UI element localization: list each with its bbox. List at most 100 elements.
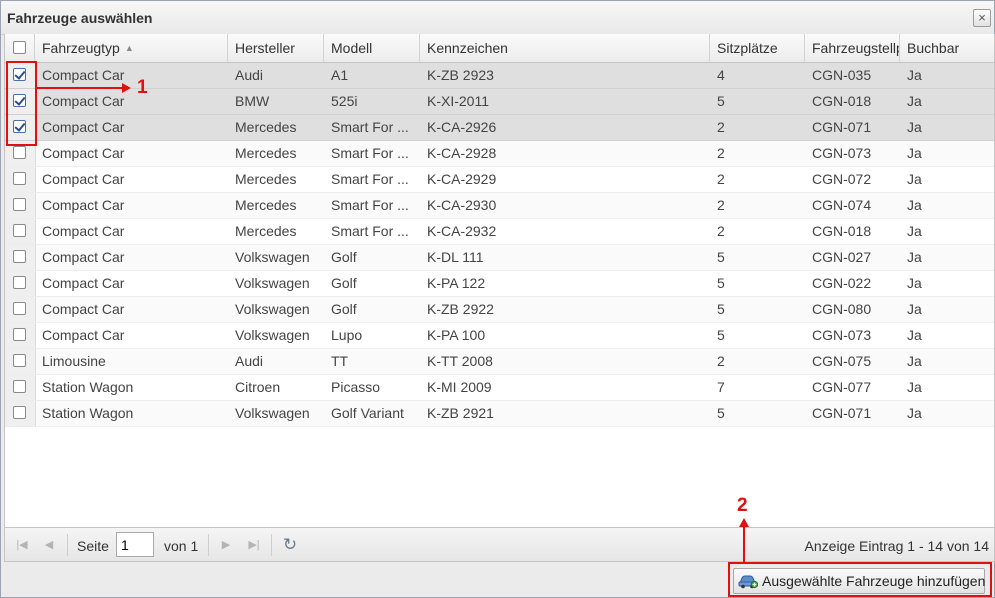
cell-modell: Smart For ... <box>331 223 409 239</box>
cell-modell: Picasso <box>331 379 381 395</box>
cell-hersteller: Mercedes <box>235 197 297 213</box>
header-fahrzeugstellplatz[interactable]: Fahrzeugstellp <box>805 34 900 62</box>
cell-kennzeichen: K-PA 122 <box>427 275 486 291</box>
table-row[interactable]: Compact Car Volkswagen Lupo K-PA 100 5 CGN-07… <box>5 323 994 349</box>
row-checkbox[interactable] <box>13 146 26 159</box>
cell-buchbar: Ja <box>907 301 922 317</box>
table-row[interactable]: Compact Car Mercedes Smart For ... K-CA-292… <box>5 167 994 193</box>
cell-kennzeichen: K-TT 2008 <box>427 353 493 369</box>
cell-hersteller: Mercedes <box>235 171 297 187</box>
cell-sitzplaetze: 2 <box>717 353 725 369</box>
row-checkbox[interactable] <box>13 354 26 367</box>
cell-modell: Golf <box>331 301 357 317</box>
cell-fahrzeugtyp: Compact Car <box>42 145 125 161</box>
page-label: Seite <box>77 538 109 554</box>
cell-kennzeichen: K-PA 100 <box>427 327 486 343</box>
cell-modell: A1 <box>331 67 349 83</box>
cell-kennzeichen: K-ZB 2922 <box>427 301 494 317</box>
cell-modell: Lupo <box>331 327 363 343</box>
header-hersteller[interactable]: Hersteller <box>228 34 324 62</box>
cell-fahrzeugtyp: Limousine <box>42 353 106 369</box>
header-fahrzeugtyp[interactable]: Fahrzeugtyp ▲ <box>35 34 228 62</box>
row-select-cell <box>5 219 36 244</box>
cell-sitzplaetze: 5 <box>717 249 725 265</box>
dialog-title: Fahrzeuge auswählen <box>7 10 153 26</box>
close-icon[interactable]: × <box>973 9 991 27</box>
row-select-cell <box>5 349 36 374</box>
page-number-input[interactable] <box>116 532 154 557</box>
table-row[interactable]: Station Wagon Volkswagen Golf Variant K-ZB … <box>5 401 994 427</box>
cell-buchbar: Ja <box>907 405 922 421</box>
cell-modell: Golf <box>331 249 357 265</box>
next-page-icon[interactable]: ▶ <box>217 536 235 554</box>
table-row[interactable]: Compact Car BMW 525i K-XI-2011 5 CGN-018 Ja <box>5 89 994 115</box>
paging-info: Anzeige Eintrag 1 - 14 von 14 <box>804 538 989 554</box>
cell-fahrzeugtyp: Station Wagon <box>42 405 134 421</box>
header-sitzplaetze[interactable]: Sitzplätze <box>710 34 805 62</box>
vehicle-select-dialog: Fahrzeuge auswählen × Fahrzeugtyp ▲ Herst… <box>0 0 995 598</box>
table-row[interactable]: Compact Car Volkswagen Golf K-ZB 2922 5 CGN-0… <box>5 297 994 323</box>
annotation-number-1: 1 <box>137 77 148 98</box>
row-checkbox[interactable] <box>13 250 26 263</box>
row-checkbox[interactable] <box>13 328 26 341</box>
cell-fahrzeugstellplatz: CGN-080 <box>812 301 872 317</box>
header-kennzeichen[interactable]: Kennzeichen <box>420 34 710 62</box>
row-select-cell <box>5 297 36 322</box>
row-select-cell <box>5 375 36 400</box>
row-checkbox[interactable] <box>13 172 26 185</box>
header-label: Fahrzeugtyp <box>42 40 120 56</box>
row-checkbox[interactable] <box>13 380 26 393</box>
select-all-checkbox[interactable] <box>13 41 26 54</box>
table-row[interactable]: Compact Car Mercedes Smart For ... K-CA-292… <box>5 115 994 141</box>
row-checkbox[interactable] <box>13 302 26 315</box>
last-page-icon[interactable]: ▶| <box>245 536 263 554</box>
table-row[interactable]: Station Wagon Citroen Picasso K-MI 2009 7 CGN… <box>5 375 994 401</box>
row-checkbox[interactable] <box>13 276 26 289</box>
cell-fahrzeugtyp: Station Wagon <box>42 379 134 395</box>
cell-kennzeichen: K-CA-2926 <box>427 119 497 135</box>
row-select-cell <box>5 245 36 270</box>
table-row[interactable]: Compact Car Volkswagen Golf K-PA 122 5 CGN-02… <box>5 271 994 297</box>
row-checkbox[interactable] <box>13 198 26 211</box>
cell-sitzplaetze: 4 <box>717 67 725 83</box>
cell-fahrzeugstellplatz: CGN-077 <box>812 379 872 395</box>
cell-fahrzeugtyp: Compact Car <box>42 249 125 265</box>
cell-buchbar: Ja <box>907 327 922 343</box>
cell-hersteller: Mercedes <box>235 145 297 161</box>
table-row[interactable]: Compact Car Audi A1 K-ZB 2923 4 CGN-035 Ja <box>5 63 994 89</box>
table-row[interactable]: Compact Car Mercedes Smart For ... K-CA-292… <box>5 141 994 167</box>
table-row[interactable]: Limousine Audi TT K-TT 2008 2 CGN-075 Ja <box>5 349 994 375</box>
header-buchbar[interactable]: Buchbar <box>900 34 994 62</box>
row-select-cell <box>5 167 36 192</box>
cell-sitzplaetze: 7 <box>717 379 725 395</box>
first-page-icon[interactable]: |◀ <box>13 536 31 554</box>
cell-kennzeichen: K-ZB 2921 <box>427 405 494 421</box>
cell-buchbar: Ja <box>907 67 922 83</box>
refresh-icon[interactable]: ↻ <box>280 535 300 555</box>
header-modell[interactable]: Modell <box>324 34 420 62</box>
cell-fahrzeugstellplatz: CGN-071 <box>812 405 872 421</box>
row-checkbox[interactable] <box>13 406 26 419</box>
table-row[interactable]: Compact Car Mercedes Smart For ... K-CA-293… <box>5 193 994 219</box>
cell-fahrzeugtyp: Compact Car <box>42 327 125 343</box>
cell-sitzplaetze: 2 <box>717 119 725 135</box>
row-checkbox[interactable] <box>13 224 26 237</box>
cell-kennzeichen: K-MI 2009 <box>427 379 492 395</box>
cell-fahrzeugstellplatz: CGN-022 <box>812 275 872 291</box>
cell-kennzeichen: K-CA-2929 <box>427 171 497 187</box>
page-count-label: von 1 <box>164 538 199 554</box>
toolbar-separator <box>208 534 209 556</box>
cell-modell: Smart For ... <box>331 145 409 161</box>
table-row[interactable]: Compact Car Mercedes Smart For ... K-CA-293… <box>5 219 994 245</box>
cell-modell: Smart For ... <box>331 171 409 187</box>
annotation-box-add-button <box>728 562 992 597</box>
table-row[interactable]: Compact Car Volkswagen Golf K-DL 111 5 CGN-02… <box>5 245 994 271</box>
cell-fahrzeugstellplatz: CGN-027 <box>812 249 872 265</box>
paging-toolbar: |◀ ◀ Seite von 1 ▶ ▶| ↻ Anzeige Eintrag … <box>5 527 994 561</box>
prev-page-icon[interactable]: ◀ <box>40 536 58 554</box>
annotation-box-checkboxes <box>6 61 37 146</box>
cell-sitzplaetze: 5 <box>717 301 725 317</box>
cell-fahrzeugtyp: Compact Car <box>42 275 125 291</box>
row-select-cell <box>5 193 36 218</box>
cell-hersteller: Volkswagen <box>235 301 310 317</box>
